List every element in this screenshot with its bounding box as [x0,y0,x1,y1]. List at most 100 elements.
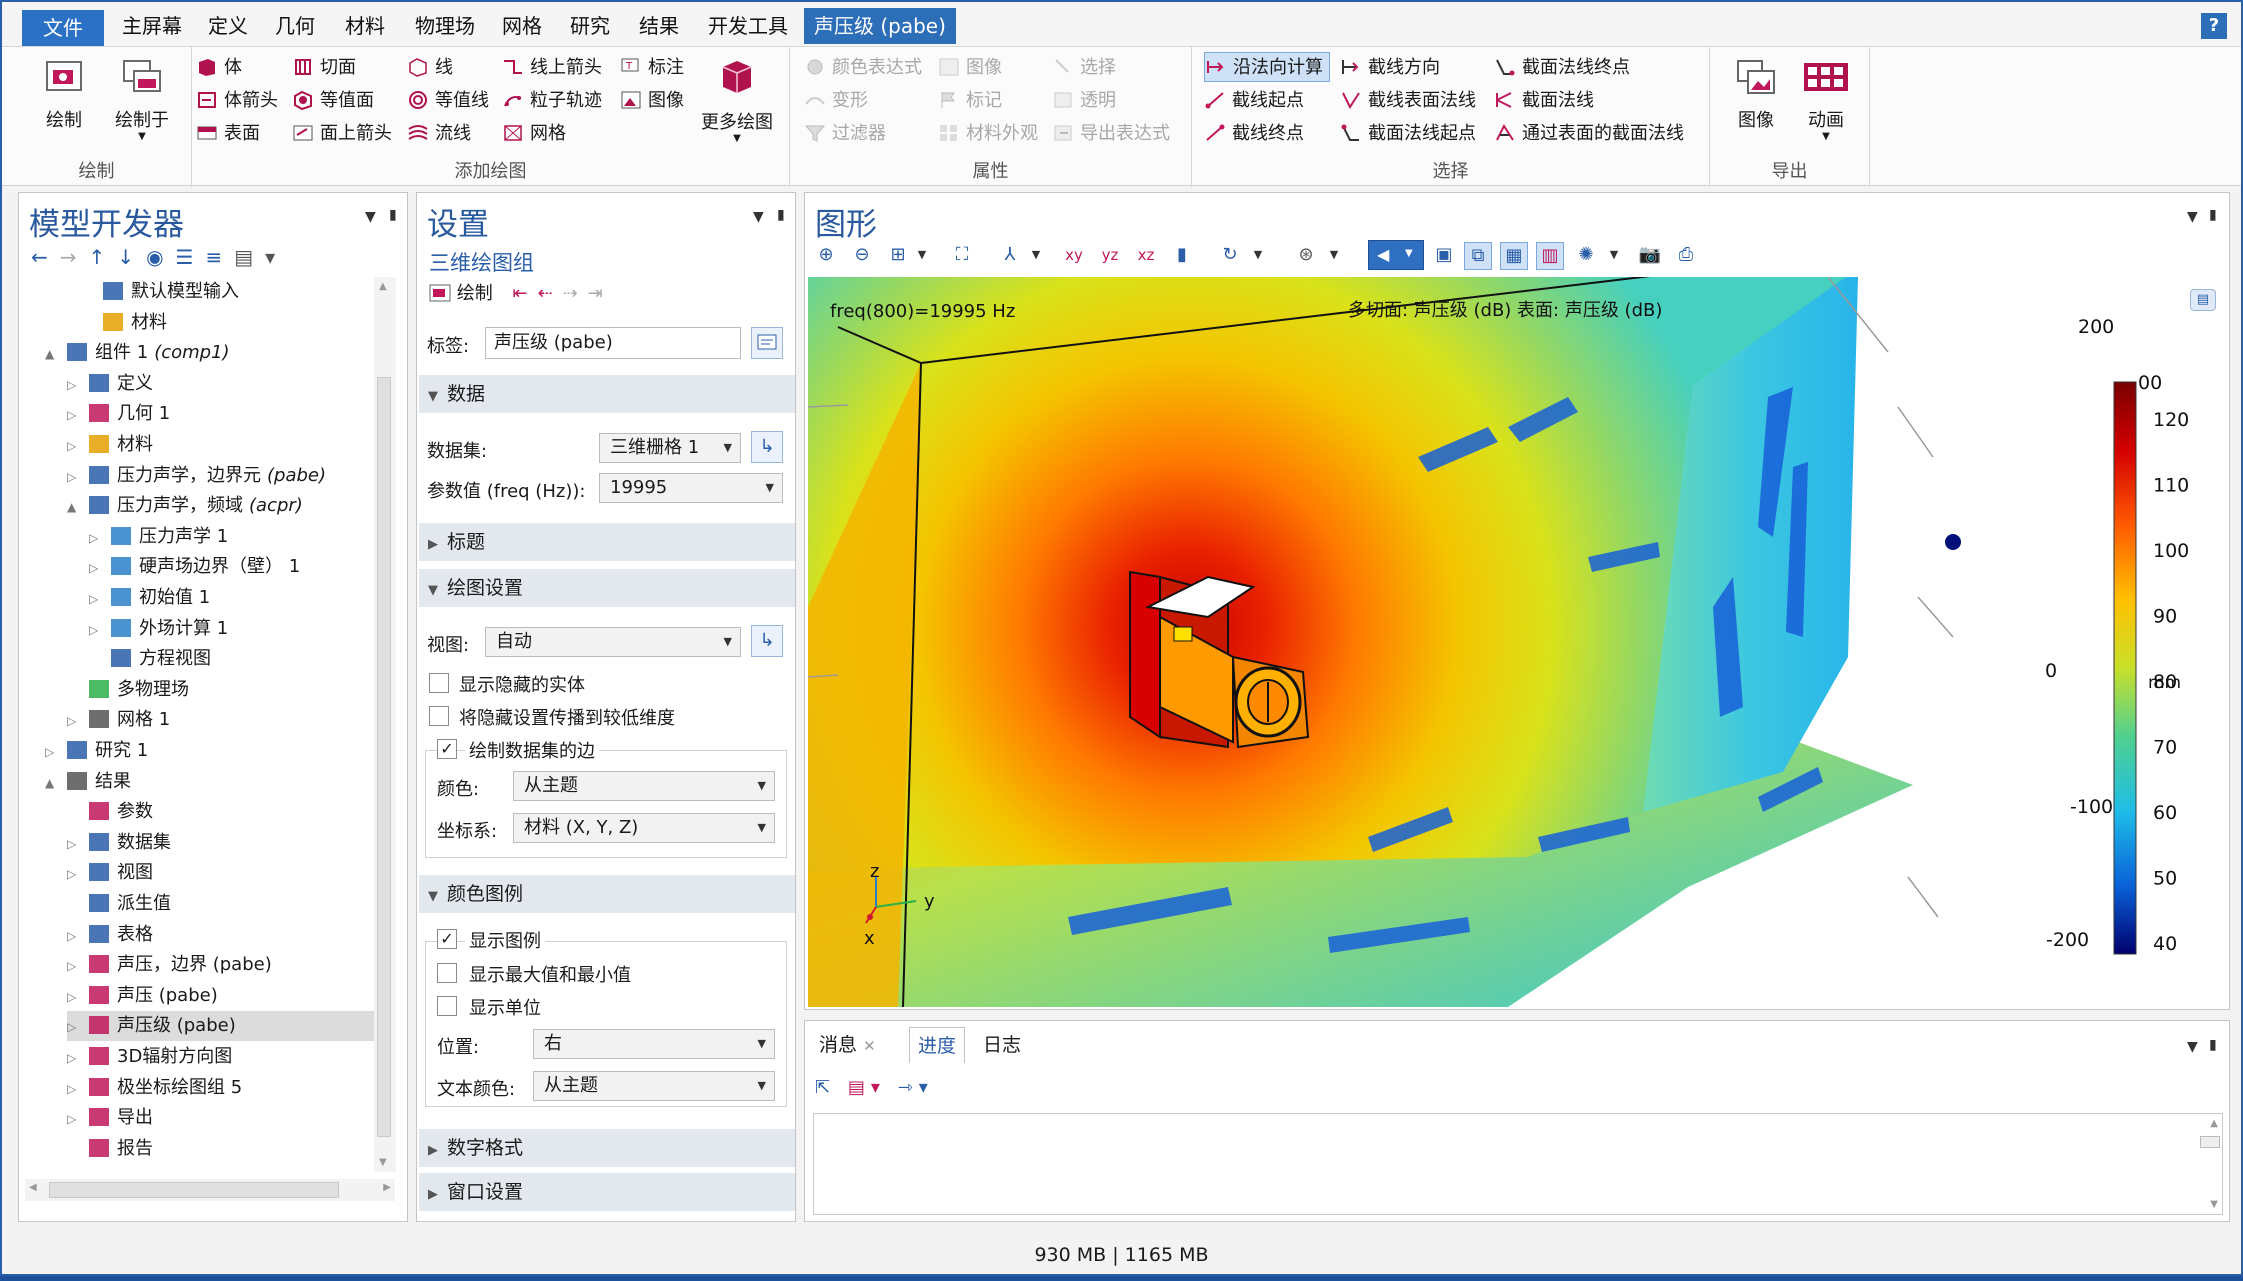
show-icon[interactable]: ◉ [146,245,175,269]
label-field[interactable]: 声压级 (pabe) [485,327,741,359]
camera-icon[interactable]: 📷 [1638,243,1662,267]
tree-item[interactable]: ▷ 材料 [67,430,383,460]
tree-item[interactable]: ▷ 极坐标绘图组 5 [67,1073,383,1103]
view-xz-icon[interactable]: xz [1134,243,1158,267]
tree-options-icon[interactable]: ▤▾ [234,245,287,269]
zoom-box-icon[interactable]: ⊞ [886,243,910,267]
expand-arrow-icon[interactable]: ▷ [45,737,57,767]
help-button[interactable]: ? [2201,13,2227,39]
image-plot-button[interactable]: 图像 [620,86,684,116]
view-goto-button[interactable]: ↳ [751,625,783,657]
expand-arrow-icon[interactable]: ▷ [67,951,79,981]
label-edit-button[interactable] [751,327,783,359]
expand-arrow-icon[interactable]: ▷ [67,462,79,492]
streamline-button[interactable]: 流线 [407,119,471,149]
scene-dropdown-icon[interactable]: ▼ [1602,243,1626,267]
propagate-hidden-checkbox[interactable] [429,706,449,726]
text-color-select[interactable]: 从主题 [533,1071,775,1101]
tree-hscroll-thumb[interactable] [49,1182,339,1198]
tree-item[interactable]: ▲ 组件 1 (comp1) [45,338,383,368]
tab-developer[interactable]: 开发工具 [698,8,798,44]
transparency-button[interactable]: 透明 [1052,86,1116,116]
tree-item[interactable]: ▷ 硬声场边界（壁） 1 [89,552,383,582]
tree-item[interactable]: ▷ 声压级 (pabe) [67,1011,383,1042]
scroll-left-icon[interactable]: ◀ [29,1182,37,1193]
tree-item[interactable]: ▷ 初始值 1 [89,583,383,613]
transparency-toggle-icon[interactable]: ▣ [1432,243,1456,267]
scroll-lock-icon[interactable]: ⇾▾ [898,1077,934,1098]
show-hidden-checkbox[interactable] [429,673,449,693]
legend-settings-icon[interactable]: ▤ [2190,289,2216,311]
export-image-button[interactable]: 图像 [1726,59,1786,132]
expand-arrow-icon[interactable]: ▷ [67,982,79,1012]
cut-plane-normal-button[interactable]: 截面法线 [1494,86,1594,116]
expand-arrow-icon[interactable]: ▷ [89,584,101,614]
tree-item[interactable]: ▷ 网格 1 [67,705,383,735]
tab-home[interactable]: 主屏幕 [112,8,192,44]
tree-scroll-thumb[interactable] [377,377,391,1137]
cut-plane-normal-start-button[interactable]: 截面法线起点 [1340,119,1476,149]
tab-progress[interactable]: 进度 [909,1027,966,1063]
expand-arrow-icon[interactable]: ▷ [67,1104,79,1134]
tree-item[interactable]: ▲ 结果 [45,767,383,797]
expand-arrow-icon[interactable]: ▷ [89,523,101,553]
section-color-legend[interactable]: ▼ 颜色图例 [419,875,795,913]
print-icon[interactable]: ⎙ [1674,243,1698,267]
mesh-plot-button[interactable]: 网格 [502,119,566,149]
position-select[interactable]: 右 [533,1029,775,1059]
expand-arrow-icon[interactable]: ▷ [67,829,79,859]
step-last-icon[interactable]: ⇥ [588,283,603,304]
section-title[interactable]: ▶ 标题 [419,523,795,561]
grid-toggle-icon[interactable]: ▦ [1500,242,1528,270]
isosurface-button[interactable]: 等值面 [292,86,374,116]
annotation-button[interactable]: T 标注 [620,53,684,83]
expand-arrow-icon[interactable]: ▷ [67,1043,79,1073]
back-arrow-icon[interactable]: ← [31,245,60,269]
tab-messages[interactable]: 消息 ✕ [811,1027,884,1063]
step-first-icon[interactable]: ⇤ [512,283,537,304]
view-dropdown-icon[interactable]: ▼ [1024,243,1048,267]
messages-pin-icon[interactable]: ▮ [2209,1037,2217,1053]
settings-pin-icon[interactable]: ▮ [777,207,785,223]
tab-file[interactable]: 文件 [22,10,104,46]
scroll-up-icon[interactable]: ▲ [379,281,387,292]
scroll-down-icon[interactable]: ▼ [379,1157,387,1168]
view-front-icon[interactable]: ▮ [1170,243,1194,267]
view-axes-icon[interactable]: ⅄ [998,243,1022,267]
pin-icon[interactable]: ▮ [389,207,397,223]
expand-arrow-icon[interactable]: ▷ [67,859,79,889]
show-units-checkbox[interactable] [437,996,457,1016]
expand-all-icon[interactable]: ☰ [176,245,206,269]
tab-contextual-spl[interactable]: 声压级 (pabe) [804,8,956,44]
expand-arrow-icon[interactable]: ▷ [67,921,79,951]
expand-arrow-icon[interactable]: ▷ [67,706,79,736]
tab-geometry[interactable]: 几何 [265,8,325,44]
section-plot-settings[interactable]: ▼ 绘图设置 [419,569,795,607]
tree-item[interactable]: 报告 [67,1134,383,1164]
plot-in-dropdown-icon[interactable]: ▼ [102,132,182,142]
messages-menu-icon[interactable]: ▼ [2187,1039,2198,1055]
volume-button[interactable]: 体 [196,53,242,83]
move-down-icon[interactable]: ↓ [117,245,146,269]
contour-button[interactable]: 等值线 [407,86,489,116]
tree-item[interactable]: 派生值 [67,889,383,919]
tree-item[interactable]: 材料 [81,308,383,338]
section-window-settings[interactable]: ▶ 窗口设置 [419,1173,795,1211]
cut-line-surface-normal-button[interactable]: 截线表面法线 [1340,86,1476,116]
tree-horizontal-scrollbar[interactable]: ◀ ▶ [25,1179,395,1201]
tree-vertical-scrollbar[interactable]: ▲ ▼ [374,277,396,1172]
clear-log-icon[interactable]: ⇱ [815,1077,836,1098]
tab-materials[interactable]: 材料 [335,8,395,44]
tree-item[interactable]: ▷ 数据集 [67,828,383,858]
tab-study[interactable]: 研究 [560,8,620,44]
zoom-dropdown-icon[interactable]: ▼ [910,243,934,267]
select-icon[interactable]: ⊛ [1294,243,1318,267]
compute-along-normal-button[interactable]: 沿法向计算 [1204,52,1330,82]
output-scroll-thumb[interactable] [2200,1136,2220,1148]
animation-button[interactable]: 动画 ▼ [1794,59,1858,142]
tab-physics[interactable]: 物理场 [405,8,485,44]
rotate-dropdown-icon[interactable]: ▼ [1246,243,1270,267]
filter-button[interactable]: 过滤器 [804,119,886,149]
legend-toggle-icon[interactable]: ▥ [1536,242,1564,270]
graphics-menu-icon[interactable]: ▼ [2187,209,2198,225]
